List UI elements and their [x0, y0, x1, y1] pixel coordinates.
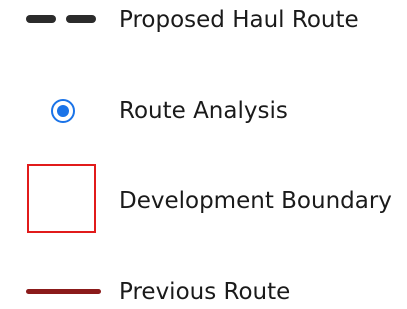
solid-line-icon [26, 289, 101, 294]
boundary-box-icon [27, 164, 96, 233]
dot-center [57, 105, 69, 117]
legend-label: Proposed Haul Route [119, 7, 359, 33]
legend-label: Previous Route [119, 279, 291, 305]
dash-segment [26, 15, 56, 23]
radio-dot-icon [51, 99, 75, 123]
map-legend: Proposed Haul Route Route Analysis Devel… [0, 0, 407, 309]
legend-label: Development Boundary [119, 188, 392, 214]
legend-label: Route Analysis [119, 98, 288, 124]
dash-segment [66, 15, 96, 23]
dashed-line-icon [26, 15, 96, 23]
